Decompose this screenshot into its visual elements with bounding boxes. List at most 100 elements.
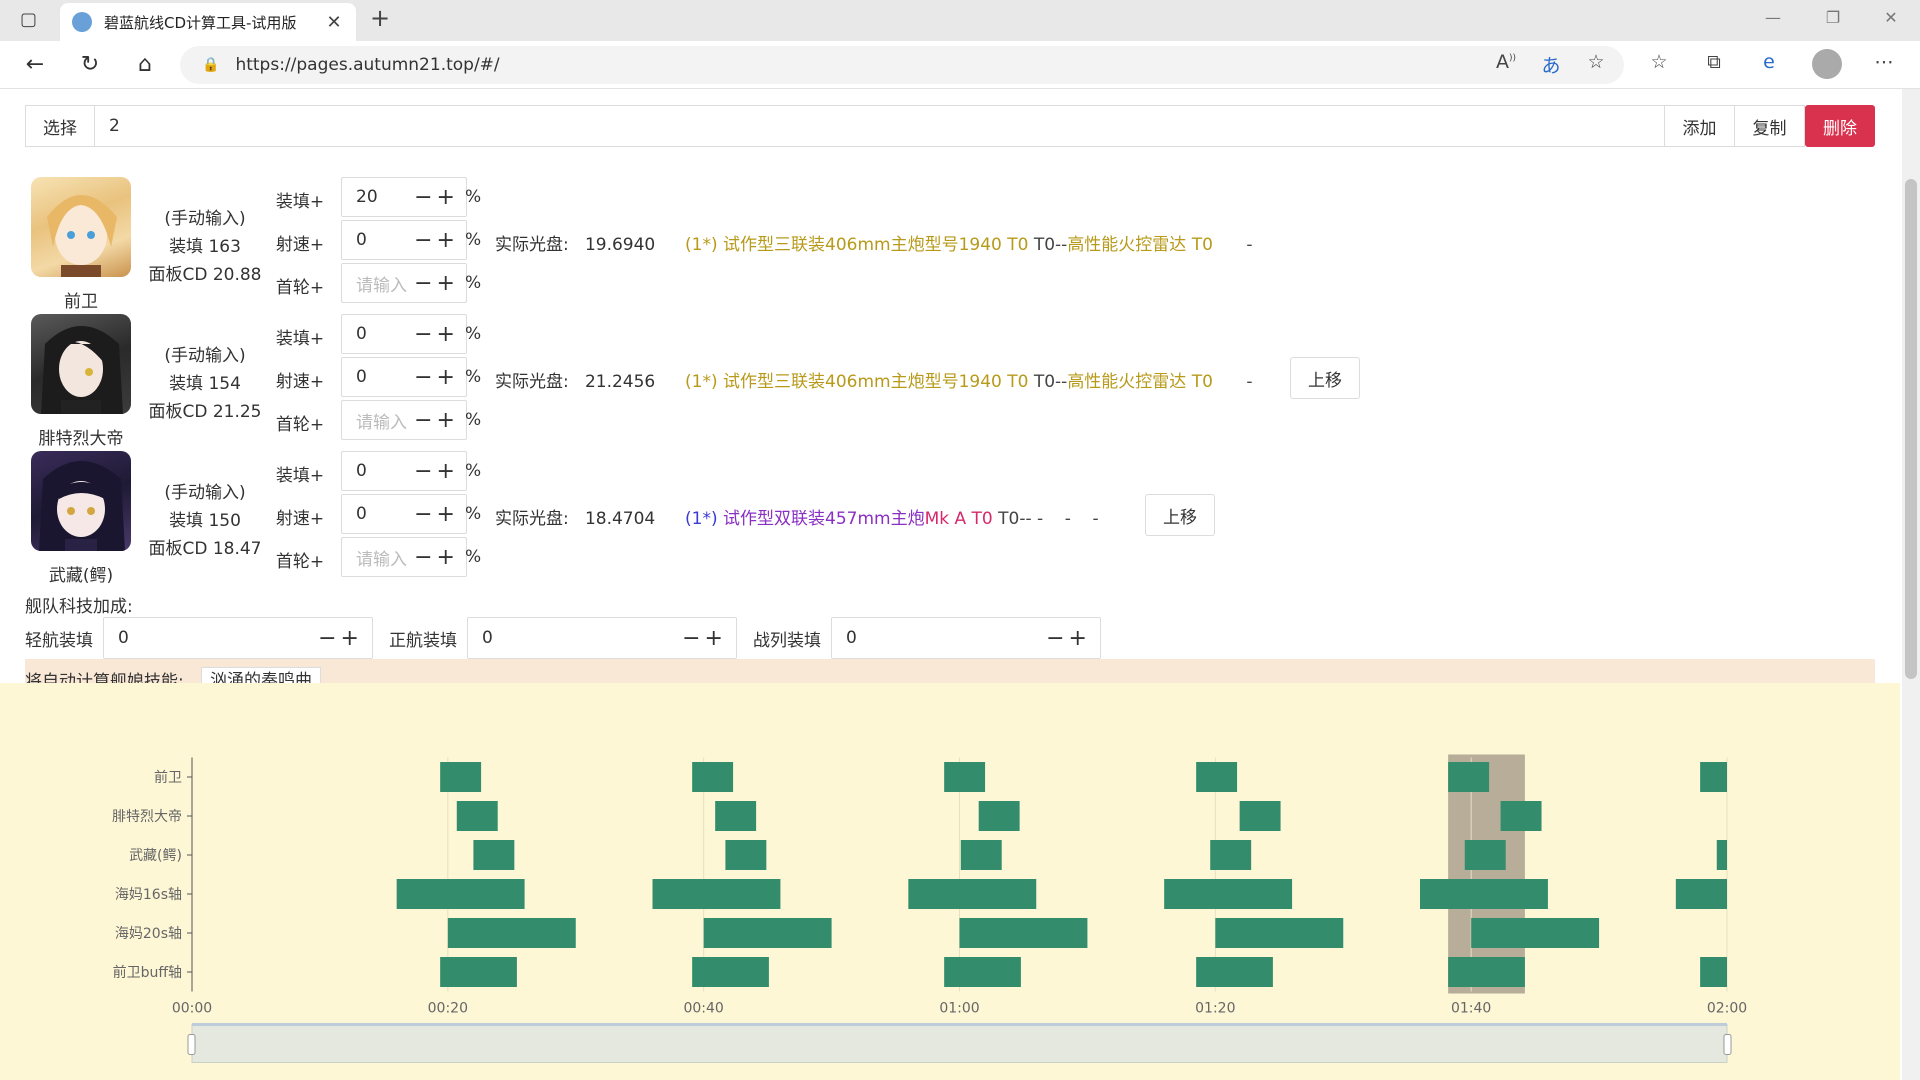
fleet-carrier-reload-value: 0 (482, 628, 493, 648)
real-cd-value: 18.4704 (584, 509, 656, 529)
first-salvo-stepper[interactable]: 请输入 −+ (341, 537, 467, 577)
ship-portrait[interactable] (31, 314, 131, 414)
tab-close-icon[interactable]: ✕ (324, 12, 344, 33)
tab-actions-icon[interactable]: ▢ (20, 9, 37, 30)
battleship-reload-stepper[interactable]: 0 −+ (831, 617, 1101, 659)
more-menu-icon[interactable]: ⋯ (1870, 51, 1898, 73)
slot-2-equipment[interactable]: 高性能火控雷达 T0 (1067, 372, 1213, 392)
profile-avatar-icon[interactable] (1812, 49, 1842, 79)
delete-button[interactable]: 删除 (1805, 105, 1875, 147)
move-up-button[interactable]: 上移 (1290, 357, 1360, 399)
slot-dash: - (1246, 235, 1253, 255)
fleet-carrier-reload-label: 正航装填 (389, 630, 457, 651)
minus-plus-icon[interactable]: −+ (318, 626, 363, 651)
timeline-bar (692, 957, 769, 987)
timeline-bar (944, 762, 986, 792)
percent-sign: % (465, 230, 482, 250)
minus-plus-icon[interactable]: −+ (414, 271, 459, 296)
favorites-icon[interactable]: ☆ (1645, 51, 1673, 73)
page-scrollbar[interactable] (1902, 89, 1920, 1080)
address-bar-row: ← ↻ ⌂ 🔒 https://pages.autumn21.top/#/ A)… (0, 41, 1920, 89)
timeline-bar (440, 957, 517, 987)
minus-plus-icon[interactable]: −+ (1046, 626, 1091, 651)
x-tick-label: 01:40 (1451, 1001, 1491, 1017)
minus-plus-icon[interactable]: −+ (414, 228, 459, 253)
minus-plus-icon[interactable]: −+ (414, 365, 459, 390)
reload-stat: 装填 154 (169, 374, 241, 394)
collections-icon[interactable]: ⧉ (1700, 51, 1728, 73)
first-salvo-stepper[interactable]: 请输入 −+ (341, 263, 467, 303)
slot-1-equipment[interactable]: 试作型三联装406mm主炮型号1940 T0 (723, 235, 1028, 255)
ship-portrait[interactable] (31, 177, 131, 277)
reload-plus-label: 装填+ (275, 466, 325, 486)
ship-name: 前卫 (64, 292, 98, 312)
ship-row: 武藏(鳄) (手动输入) 装填 150 面板CD 18.47 装填+ 0 −+ %… (25, 451, 1425, 588)
timeline-bar (692, 762, 734, 792)
reload-stepper[interactable]: 0 −+ (341, 314, 467, 354)
slot-dash: - (1246, 372, 1253, 392)
close-window-icon[interactable]: ✕ (1876, 8, 1906, 27)
timeline-bar (960, 840, 1002, 870)
reload-stepper[interactable]: 0 −+ (341, 451, 467, 491)
firerate-value: 0 (356, 230, 367, 250)
first-salvo-stepper[interactable]: 请输入 −+ (341, 400, 467, 440)
fleet-carrier-reload-stepper[interactable]: 0 −+ (467, 617, 737, 659)
minus-plus-icon[interactable]: −+ (414, 185, 459, 210)
timeline-bar (1448, 762, 1490, 792)
percent-sign: % (465, 273, 482, 293)
first-plus-label: 首轮+ (275, 278, 325, 298)
battleship-reload-label: 战列装填 (753, 630, 821, 651)
reload-stepper[interactable]: 20 −+ (341, 177, 467, 217)
copy-button[interactable]: 复制 (1735, 105, 1805, 147)
firerate-value: 0 (356, 504, 367, 524)
zoom-slider-left-handle (187, 1034, 196, 1055)
slot-separator: T0-- (1033, 372, 1068, 392)
move-up-button[interactable]: 上移 (1145, 494, 1215, 536)
first-salvo-placeholder: 请输入 (356, 412, 407, 433)
browser-tab[interactable]: 碧蓝航线CD计算工具-试用版 ✕ (60, 3, 356, 41)
restore-icon[interactable]: ❐ (1818, 8, 1848, 27)
select-button[interactable]: 选择 (25, 105, 95, 147)
timeline-bar (1164, 879, 1293, 909)
favorite-add-icon[interactable]: ☆ (1582, 51, 1610, 73)
minus-plus-icon[interactable]: −+ (414, 545, 459, 570)
slot-prefix: (1*) (685, 372, 718, 392)
add-button[interactable]: 添加 (1665, 105, 1735, 147)
minus-plus-icon[interactable]: −+ (414, 322, 459, 347)
timeline-bar (703, 918, 832, 948)
page-content: 选择 2 添加 复制 删除 前卫 (手动输入) 装填 163 面板CD 20.8… (0, 89, 1920, 1080)
firerate-stepper[interactable]: 0 −+ (341, 494, 467, 534)
ship-portrait[interactable] (31, 451, 131, 551)
reload-value: 0 (356, 324, 367, 344)
reload-stat: 装填 150 (169, 511, 241, 531)
slot-2-equipment[interactable]: 高性能火控雷达 T0 (1067, 235, 1213, 255)
minus-plus-icon[interactable]: −+ (414, 502, 459, 527)
slot-1-equipment-suffix[interactable]: Mk A T0 (925, 509, 993, 529)
firerate-stepper[interactable]: 0 −+ (341, 357, 467, 397)
timeline-bar (959, 918, 1088, 948)
edge-bar-icon[interactable]: e (1755, 51, 1783, 73)
url-field[interactable]: 🔒 https://pages.autumn21.top/#/ (180, 46, 1624, 84)
timeline-bar (1464, 840, 1506, 870)
team-input[interactable]: 2 (95, 105, 1665, 147)
refresh-icon[interactable]: ↻ (75, 50, 105, 80)
translate-icon[interactable]: あ (1537, 51, 1565, 78)
minus-plus-icon[interactable]: −+ (414, 408, 459, 433)
light-carrier-reload-stepper[interactable]: 0 −+ (103, 617, 373, 659)
timeline-bar (1210, 840, 1252, 870)
slot-1-equipment[interactable]: 试作型双联装457mm主炮 (723, 509, 925, 529)
home-icon[interactable]: ⌂ (130, 50, 160, 80)
panel-cd-stat: 面板CD 18.47 (148, 539, 262, 559)
back-icon[interactable]: ← (20, 50, 50, 80)
firerate-plus-label: 射速+ (275, 509, 325, 529)
reload-plus-label: 装填+ (275, 329, 325, 349)
slot-1-equipment[interactable]: 试作型三联装406mm主炮型号1940 T0 (723, 372, 1028, 392)
minus-plus-icon[interactable]: −+ (682, 626, 727, 651)
read-aloud-icon[interactable]: A)) (1492, 51, 1520, 73)
new-tab-icon[interactable]: + (370, 4, 390, 32)
minimize-icon[interactable]: — (1758, 8, 1788, 27)
timeline-bar (440, 762, 482, 792)
timeline-bar (1716, 840, 1727, 870)
minus-plus-icon[interactable]: −+ (414, 459, 459, 484)
firerate-stepper[interactable]: 0 −+ (341, 220, 467, 260)
